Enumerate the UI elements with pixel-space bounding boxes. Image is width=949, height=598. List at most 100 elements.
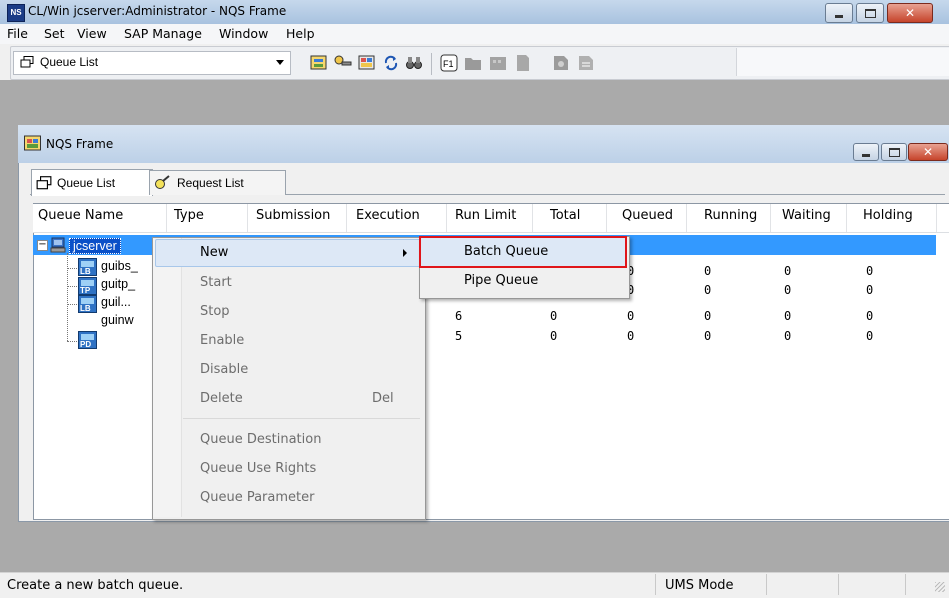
window-title: CL/Win jcserver:Administrator - NQS Fram… [28, 4, 287, 18]
pipe-queue-icon: PD [78, 331, 97, 349]
cell-running: 0 [704, 283, 712, 297]
request-detail-button[interactable] [576, 53, 596, 73]
queue-properties-button[interactable] [309, 53, 329, 73]
queue-name-guil[interactable]: guil... [101, 295, 131, 309]
menu-item-delete[interactable]: Delete [200, 391, 243, 406]
column-waiting[interactable]: Waiting [782, 208, 831, 223]
column-type[interactable]: Type [174, 208, 204, 223]
find-button[interactable] [404, 53, 424, 73]
menu-item-enable[interactable]: Enable [200, 333, 244, 348]
submenu-arrow-icon [403, 249, 407, 257]
collapse-toggle-icon[interactable]: − [37, 240, 48, 251]
queue-name-guitp[interactable]: guitp_ [101, 277, 135, 291]
key-user-icon [334, 55, 352, 66]
menu-item-disable[interactable]: Disable [200, 362, 248, 377]
frame-icon [358, 55, 375, 70]
svg-text:TP: TP [80, 286, 91, 295]
menu-view[interactable]: View [70, 25, 114, 42]
menu-item-start[interactable]: Start [200, 275, 232, 290]
close-button[interactable]: ✕ [887, 3, 933, 23]
refresh-button[interactable] [381, 53, 401, 73]
column-divider[interactable] [247, 204, 248, 232]
column-run-limit[interactable]: Run Limit [455, 208, 516, 223]
tree-connector [67, 341, 77, 342]
menu-item-pipe-queue[interactable]: Pipe Queue [464, 273, 538, 288]
maximize-icon [864, 8, 876, 18]
column-submission[interactable]: Submission [256, 208, 330, 223]
menu-help[interactable]: Help [279, 25, 322, 42]
chevron-down-icon[interactable] [276, 60, 284, 65]
menu-sap-manage[interactable]: SAP Manage [117, 25, 209, 42]
column-divider[interactable] [446, 204, 447, 232]
column-queued[interactable]: Queued [622, 208, 673, 223]
status-message: Create a new batch queue. [7, 578, 184, 593]
status-separator [905, 574, 906, 595]
status-mode: UMS Mode [665, 578, 734, 593]
column-divider[interactable] [770, 204, 771, 232]
minimize-icon [862, 153, 870, 157]
calendar-button[interactable] [488, 53, 508, 73]
queue-name-guinw[interactable]: guinw [101, 313, 134, 327]
batch-queue-icon: LB [78, 295, 97, 313]
toolbar-empty-area [736, 48, 949, 76]
column-total[interactable]: Total [550, 208, 580, 223]
inner-titlebar[interactable] [18, 125, 949, 163]
view-selector-value: Queue List [40, 55, 99, 69]
column-divider[interactable] [936, 204, 937, 232]
search-key-button[interactable] [333, 53, 353, 73]
column-divider[interactable] [532, 204, 533, 232]
menu-item-new[interactable]: New [200, 245, 228, 260]
toolbar: Queue List F1 [10, 46, 949, 80]
toolbar-separator [431, 53, 432, 75]
help-f1-button[interactable]: F1 [439, 53, 459, 73]
cell-total: 0 [550, 309, 558, 323]
column-divider[interactable] [166, 204, 167, 232]
frame-button[interactable] [357, 53, 377, 73]
context-menu-highlight [155, 239, 421, 267]
column-execution[interactable]: Execution [356, 208, 420, 223]
svg-text:LB: LB [80, 267, 91, 276]
document-button[interactable] [513, 53, 533, 73]
menu-item-batch-queue[interactable]: Batch Queue [464, 244, 548, 259]
menu-item-queue-destination[interactable]: Queue Destination [200, 432, 321, 447]
column-running[interactable]: Running [704, 208, 757, 223]
queue-list-icon [36, 176, 52, 190]
column-divider[interactable] [606, 204, 607, 232]
refresh-icon [384, 55, 398, 71]
minimize-button[interactable] [825, 3, 853, 23]
tab-queue-list[interactable]: Queue List [31, 169, 153, 196]
menu-item-queue-parameter[interactable]: Queue Parameter [200, 490, 314, 505]
menu-window[interactable]: Window [212, 25, 275, 42]
svg-text:PD: PD [80, 340, 91, 349]
tree-root-jcserver[interactable]: jcserver [69, 238, 121, 254]
menu-set[interactable]: Set [37, 25, 72, 42]
menu-item-stop[interactable]: Stop [200, 304, 230, 319]
menu-item-queue-use-rights[interactable]: Queue Use Rights [200, 461, 316, 476]
queue-name-guibs[interactable]: guibs_ [101, 259, 138, 273]
column-divider[interactable] [846, 204, 847, 232]
menu-file[interactable]: File [0, 25, 35, 42]
status-separator [766, 574, 767, 595]
minimize-icon [835, 14, 843, 18]
cell-holding: 0 [866, 329, 874, 343]
column-holding[interactable]: Holding [863, 208, 913, 223]
cell-queued: 0 [627, 329, 635, 343]
tab-request-list[interactable]: Request List [149, 170, 286, 195]
resize-grip-icon[interactable] [935, 582, 945, 592]
cell-running: 0 [704, 329, 712, 343]
context-menu [152, 237, 426, 520]
column-divider[interactable] [686, 204, 687, 232]
maximize-icon [888, 147, 900, 157]
request-list-icon [155, 175, 170, 189]
maximize-button[interactable] [856, 3, 884, 23]
inner-close-button[interactable]: ✕ [908, 143, 948, 161]
request-button[interactable] [551, 53, 571, 73]
inner-minimize-button[interactable] [853, 143, 879, 161]
inner-maximize-button[interactable] [881, 143, 907, 161]
view-selector-combo[interactable]: Queue List [13, 51, 291, 75]
help-f1-icon: F1 [440, 54, 458, 72]
column-divider[interactable] [346, 204, 347, 232]
folder-button[interactable] [463, 53, 483, 73]
cell-waiting: 0 [784, 283, 792, 297]
column-queue-name[interactable]: Queue Name [38, 208, 123, 223]
